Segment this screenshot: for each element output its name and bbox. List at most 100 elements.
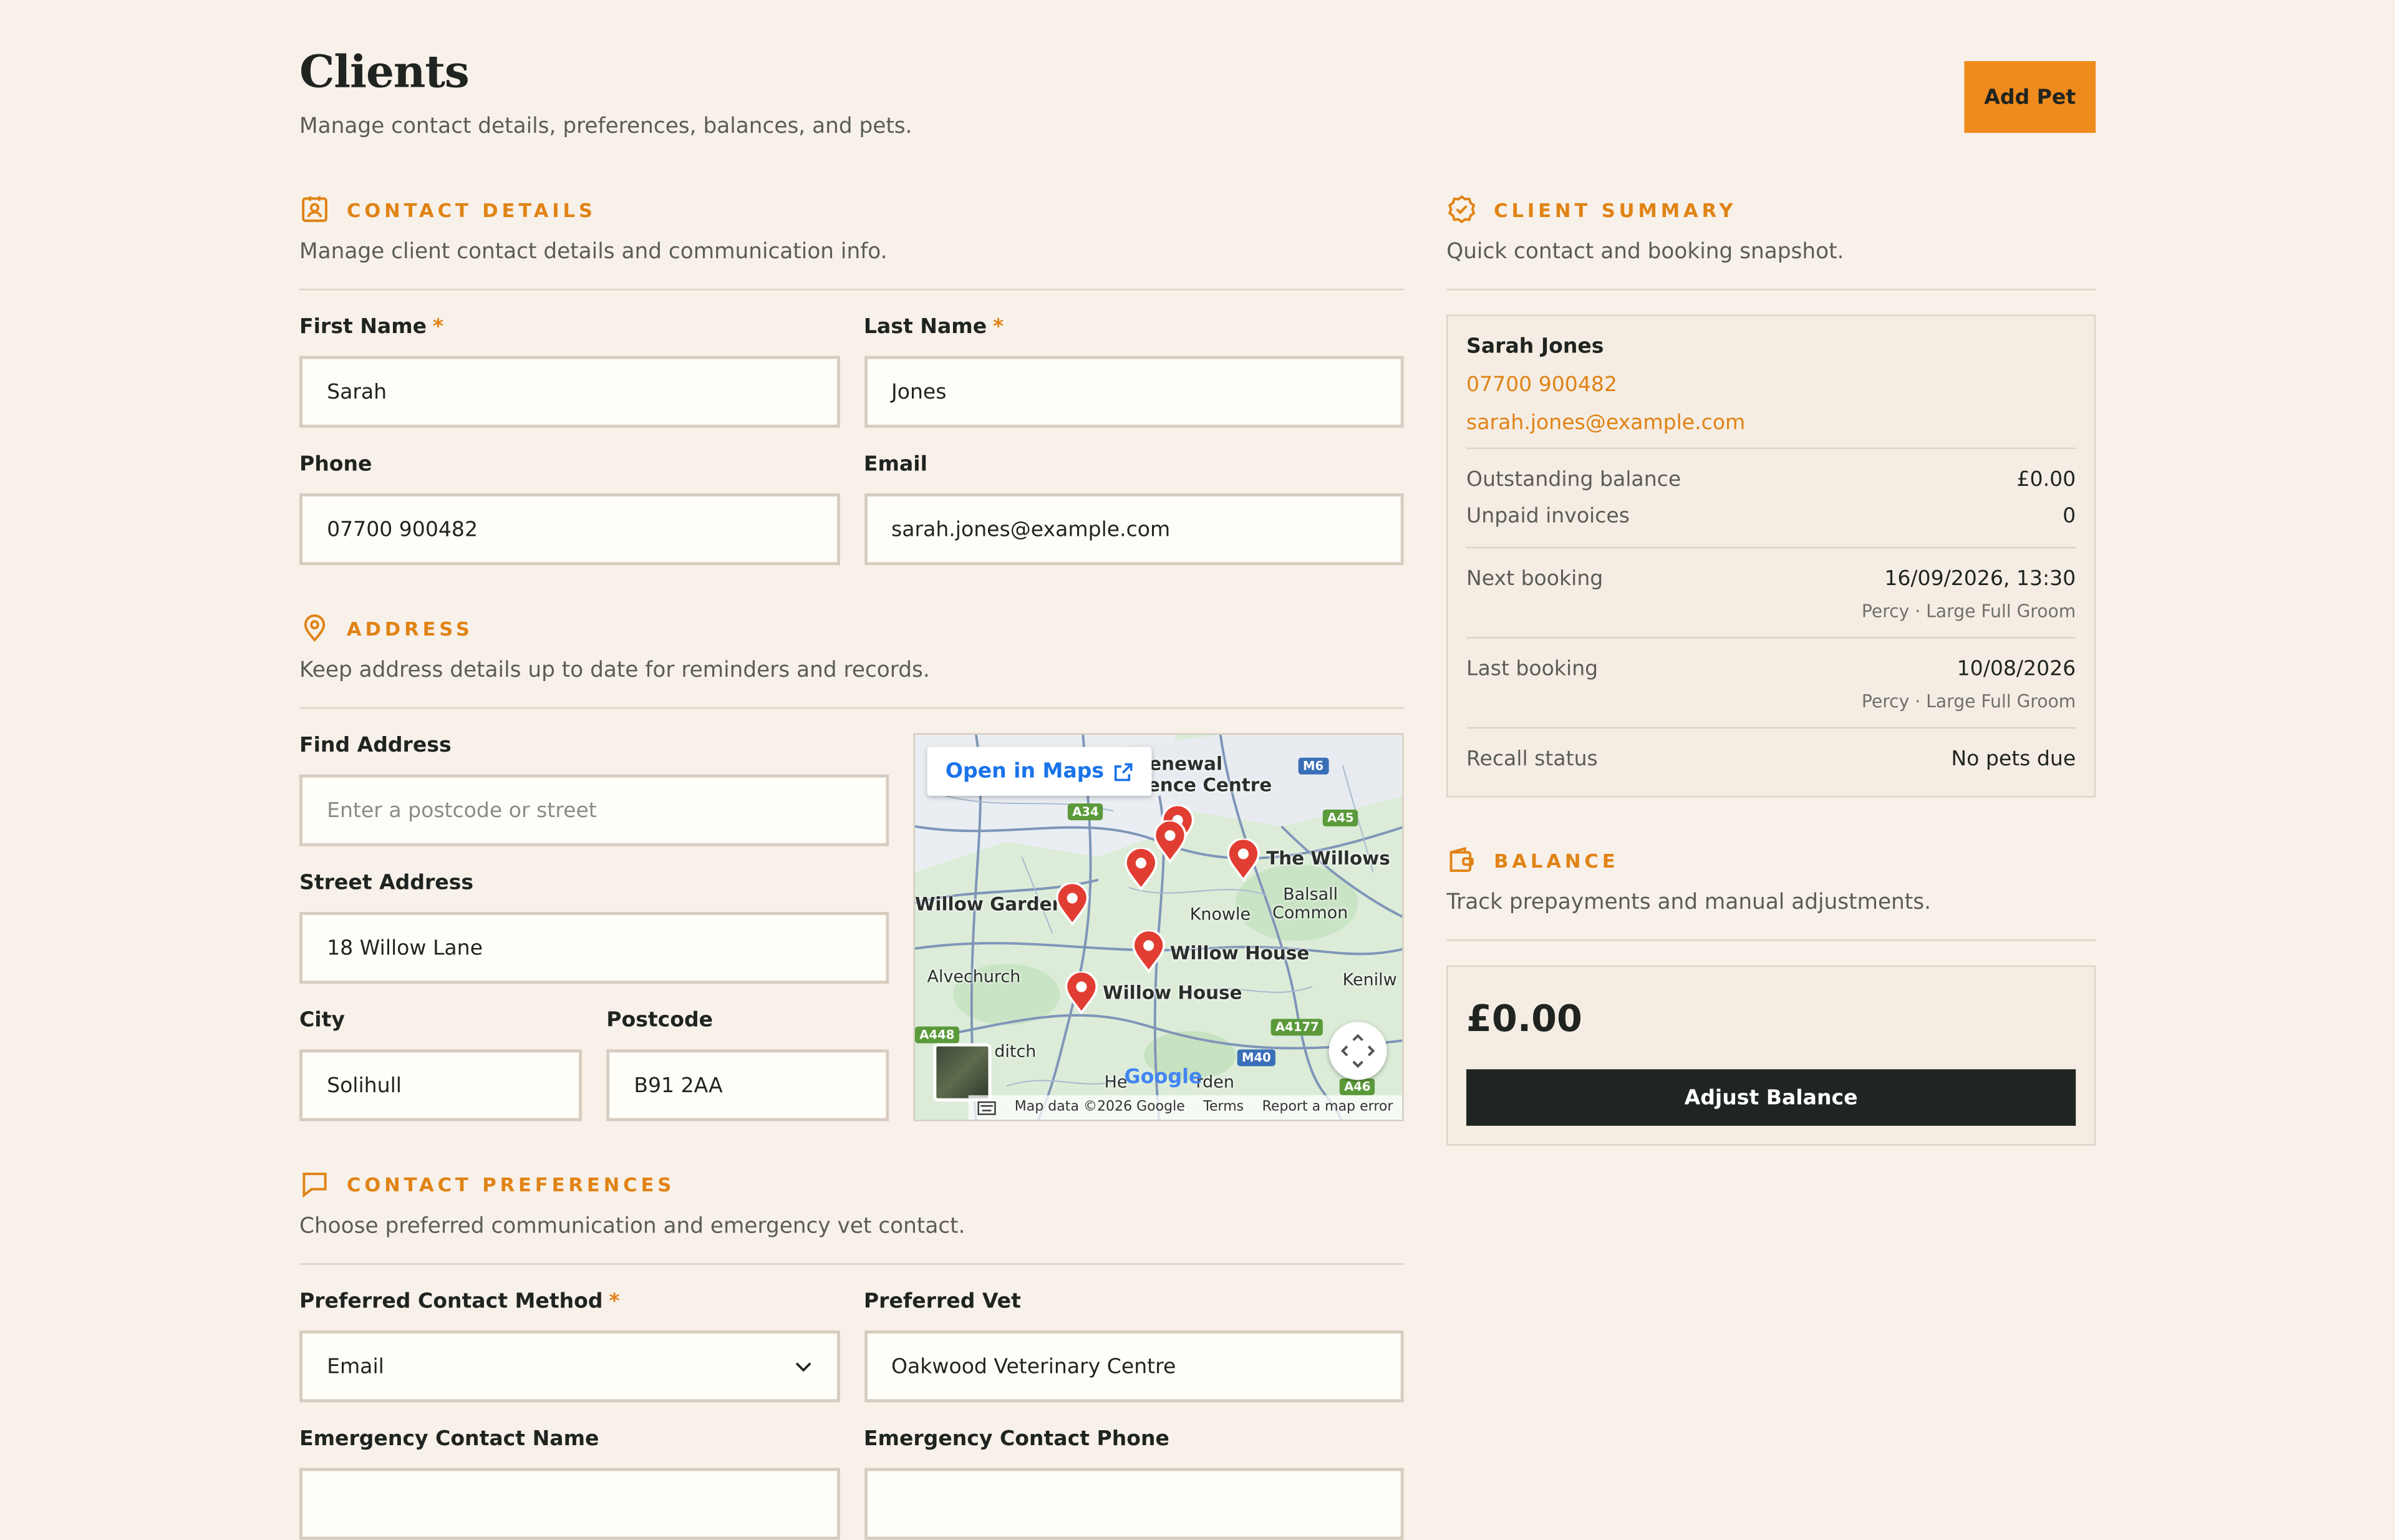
contact-details-desc: Manage client contact details and commun… <box>299 240 888 264</box>
keyboard-icon[interactable] <box>978 1100 997 1115</box>
phone-input[interactable]: 07700 900482 <box>299 493 839 566</box>
required-mark: * <box>432 314 444 339</box>
client-summary-header: CLIENT SUMMARY <box>1446 193 2096 226</box>
last-name-input[interactable]: Jones <box>863 356 1404 428</box>
contact-preferences-desc: Choose preferred communication and emerg… <box>299 1214 965 1239</box>
adjust-balance-button[interactable]: Adjust Balance <box>1466 1069 2076 1126</box>
emergency-phone-input[interactable] <box>863 1468 1404 1540</box>
divider <box>1446 939 2096 941</box>
outstanding-balance-value: £0.00 <box>2016 467 2076 492</box>
map-pin-icon[interactable] <box>1132 930 1166 974</box>
map-pin-icon[interactable] <box>1153 820 1187 863</box>
map-terms-link[interactable]: Terms <box>1203 1100 1244 1115</box>
left-column: CONTACT DETAILS Manage client contact de… <box>299 193 1404 1540</box>
chevron-down-icon <box>795 1362 811 1372</box>
last-booking-row: Last booking 10/08/2026 <box>1466 651 2076 687</box>
external-link-icon <box>1114 762 1133 781</box>
google-logo-text: Google <box>1124 1066 1202 1090</box>
emergency-name-input[interactable] <box>299 1468 839 1540</box>
add-pet-button[interactable]: Add Pet <box>1964 61 2096 133</box>
preferred-vet-input[interactable]: Oakwood Veterinary Centre <box>863 1330 1404 1403</box>
last-booking-detail: Percy · Large Full Groom <box>1861 690 2076 712</box>
emergency-name-label: Emergency Contact Name <box>299 1426 599 1451</box>
preferred-vet-field: Preferred Vet Oakwood Veterinary Centre <box>863 1289 1404 1403</box>
first-name-field: First Name * Sarah <box>299 314 839 428</box>
name-row: First Name * Sarah Last Name * Jones <box>299 314 1404 428</box>
contact-method-select[interactable]: Email <box>299 1330 839 1403</box>
postcode-label: Postcode <box>606 1008 714 1033</box>
next-booking-value: 16/09/2026, 13:30 <box>1884 566 2076 591</box>
email-label: Email <box>863 452 927 477</box>
contact-method-field: Preferred Contact Method * Email <box>299 1289 839 1403</box>
unpaid-invoices-value: 0 <box>2063 504 2076 529</box>
map-place-label: Knowle <box>1189 904 1251 924</box>
page-header: Clients Manage contact details, preferen… <box>299 46 2096 152</box>
address-desc: Keep address details up to date for remi… <box>299 658 930 683</box>
map-place-label: Balsall <box>1283 884 1338 904</box>
google-logo: Google <box>1124 1066 1202 1089</box>
divider <box>299 707 1404 709</box>
last-name-field: Last Name * Jones <box>863 314 1404 428</box>
page-subtitle: Manage contact details, preferences, bal… <box>299 114 912 139</box>
emergency-phone-field: Emergency Contact Phone <box>863 1426 1404 1540</box>
road-tag: A34 <box>1067 803 1103 821</box>
address-fields: Find Address Enter a postcode or street … <box>299 734 889 1121</box>
open-in-maps-label: Open in Maps <box>945 759 1105 784</box>
map-footer: Map data ©2026 Google Terms Report a map… <box>969 1095 1403 1120</box>
contact-preferences-title: CONTACT PREFERENCES <box>346 1172 675 1196</box>
balance-amount: £0.00 <box>1466 997 1582 1040</box>
map-pin-icon[interactable] <box>1124 848 1158 891</box>
address-map[interactable]: Renewal ference Centre Willow Gardens Th… <box>913 733 1404 1121</box>
street-address-label: Street Address <box>299 870 474 896</box>
balance-card: £0.00 Adjust Balance <box>1446 965 2096 1146</box>
right-column: CLIENT SUMMARY Quick contact and booking… <box>1446 193 2096 1146</box>
divider <box>299 288 1404 291</box>
road-tag: M40 <box>1237 1049 1276 1067</box>
map-report-link[interactable]: Report a map error <box>1262 1100 1393 1115</box>
city-input[interactable]: Solihull <box>299 1049 583 1121</box>
city-field: City Solihull <box>299 1008 583 1121</box>
map-place-label: Common <box>1272 903 1348 923</box>
street-address-input[interactable]: 18 Willow Lane <box>299 912 889 984</box>
divider <box>1466 447 2076 450</box>
page-title: Clients <box>299 46 470 98</box>
map-place-label: Kenilw <box>1342 970 1397 990</box>
email-input[interactable]: sarah.jones@example.com <box>863 493 1404 566</box>
map-pin-icon[interactable] <box>1227 838 1260 882</box>
recall-status-row: Recall status No pets due <box>1466 741 2076 778</box>
phone-field: Phone 07700 900482 <box>299 452 839 566</box>
road-tag: A448 <box>914 1026 959 1044</box>
map-place-label: Willow Gardens <box>914 893 1077 915</box>
move-arrows-icon <box>1341 1034 1375 1068</box>
emergency-name-field: Emergency Contact Name <box>299 1426 839 1540</box>
find-address-input[interactable]: Enter a postcode or street <box>299 774 889 846</box>
next-booking-label: Next booking <box>1466 566 1604 591</box>
phone-label: Phone <box>299 452 372 477</box>
outstanding-balance-label: Outstanding balance <box>1466 467 1681 492</box>
open-in-maps-button[interactable]: Open in Maps <box>927 747 1152 796</box>
client-email-link[interactable]: sarah.jones@example.com <box>1466 411 2076 435</box>
map-place-label: Willow House <box>1169 942 1310 964</box>
preferences-row: Preferred Contact Method * Email Preferre… <box>299 1289 1404 1403</box>
map-attribution: Map data ©2026 Google <box>1014 1100 1185 1115</box>
divider <box>299 1263 1404 1265</box>
client-phone-link[interactable]: 07700 900482 <box>1466 373 2076 397</box>
first-name-input[interactable]: Sarah <box>299 356 839 428</box>
last-name-label-text: Last Name <box>863 314 987 339</box>
map-place-label: The Willows <box>1266 848 1390 869</box>
preferred-vet-label: Preferred Vet <box>863 1289 1021 1314</box>
satellite-toggle-button[interactable] <box>933 1043 992 1102</box>
divider <box>1466 637 2076 639</box>
postcode-input[interactable]: B91 2AA <box>606 1049 889 1121</box>
balance-title: BALANCE <box>1494 848 1619 872</box>
unpaid-invoices-label: Unpaid invoices <box>1466 504 1630 529</box>
recall-status-value: No pets due <box>1951 747 2076 772</box>
address-title: ADDRESS <box>346 616 473 639</box>
phone-email-row: Phone 07700 900482 Email sarah.jones@exa… <box>299 452 1404 566</box>
client-summary-card: Sarah Jones 07700 900482 sarah.jones@exa… <box>1446 314 2096 798</box>
divider <box>1446 288 2096 291</box>
map-camera-control[interactable] <box>1328 1022 1387 1080</box>
map-place-label: ditch <box>994 1042 1037 1062</box>
map-pin-icon[interactable] <box>1065 971 1098 1015</box>
map-pin-icon[interactable] <box>1055 883 1089 926</box>
